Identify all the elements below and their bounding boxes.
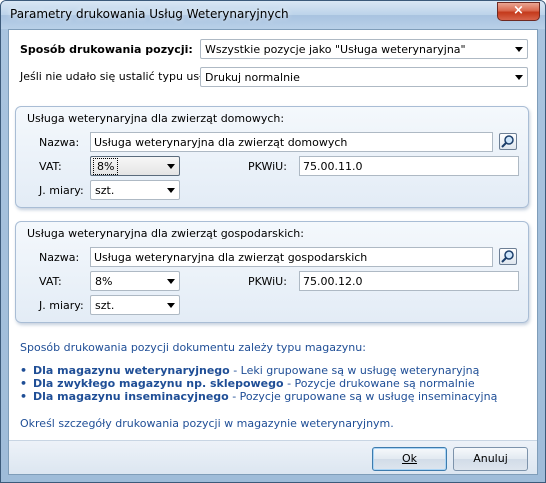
farm-pkwiu-label: PKWiU: bbox=[248, 275, 287, 288]
cancel-button[interactable]: Anuluj bbox=[453, 447, 528, 471]
cancel-button-label: Anuluj bbox=[473, 452, 508, 465]
magnifier-icon bbox=[501, 250, 514, 263]
chevron-down-icon bbox=[167, 279, 175, 284]
farm-unit-select[interactable]: szt. bbox=[90, 295, 180, 315]
farm-vat-value: 8% bbox=[95, 275, 113, 288]
farm-unit-value: szt. bbox=[95, 299, 115, 312]
info-details: Określ szczegóły drukowania pozycji w ma… bbox=[20, 417, 394, 430]
unknown-type-select[interactable]: Drukuj normalnie bbox=[200, 67, 528, 87]
close-icon: × bbox=[513, 3, 524, 18]
domestic-name-input[interactable]: Usługa weterynaryjna dla zwierząt domowy… bbox=[90, 132, 493, 152]
magnifier-icon bbox=[501, 135, 514, 148]
bullet-icon: • bbox=[20, 364, 28, 377]
domestic-name-value: Usługa weterynaryjna dla zwierząt domowy… bbox=[94, 136, 348, 149]
farm-vat-select[interactable]: 8% bbox=[90, 271, 180, 291]
bullet-icon: • bbox=[20, 377, 28, 390]
bullet-text: - Leki grupowane są w usługę weterynaryj… bbox=[229, 364, 480, 377]
unknown-type-label: Jeśli nie udało się ustalić typu usługi: bbox=[20, 70, 223, 83]
window-title: Parametry drukowania Usług Weterynaryjny… bbox=[10, 7, 289, 21]
chevron-down-icon bbox=[515, 75, 523, 80]
dialog-client-area: Sposób drukowania pozycji: Wszystkie poz… bbox=[8, 29, 538, 475]
bullet-text: - Pozycje drukowane są normalnie bbox=[283, 377, 475, 390]
info-bullet: • Dla magazynu inseminacyjnego - Pozycje … bbox=[20, 390, 497, 403]
button-bar: Ok Anuluj bbox=[9, 440, 537, 474]
domestic-unit-value: szt. bbox=[95, 184, 115, 197]
print-mode-value: Wszystkie pozycje jako "Usługa weterynar… bbox=[205, 43, 466, 56]
close-button[interactable]: × bbox=[497, 2, 540, 21]
domestic-lookup-button[interactable] bbox=[499, 133, 517, 150]
farm-service-group: Usługa weterynaryjna dla zwierząt gospod… bbox=[15, 221, 529, 323]
unknown-type-value: Drukuj normalnie bbox=[205, 71, 300, 84]
info-bullet: • Dla magazynu weterynaryjnego - Leki gru… bbox=[20, 364, 479, 377]
bullet-text: - Pozycje grupowane są w usługę insemina… bbox=[228, 390, 498, 403]
info-bullet: • Dla zwykłego magazynu np. sklepowego - … bbox=[20, 377, 475, 390]
domestic-pkwiu-input[interactable]: 75.00.11.0 bbox=[299, 156, 519, 176]
domestic-pkwiu-label: PKWiU: bbox=[248, 160, 287, 173]
chevron-down-icon bbox=[167, 164, 175, 169]
bullet-icon: • bbox=[20, 390, 28, 403]
title-bar[interactable]: Parametry drukowania Usług Weterynaryjny… bbox=[1, 1, 545, 29]
farm-pkwiu-value: 75.00.12.0 bbox=[303, 275, 363, 288]
farm-group-title: Usługa weterynaryjna dla zwierząt gospod… bbox=[27, 227, 304, 240]
bullet-title: Dla zwykłego magazynu np. sklepowego bbox=[33, 377, 284, 390]
domestic-name-label: Nazwa: bbox=[39, 136, 80, 149]
domestic-service-group: Usługa weterynaryjna dla zwierząt domowy… bbox=[15, 106, 529, 208]
domestic-unit-select[interactable]: szt. bbox=[90, 180, 180, 200]
bullet-title: Dla magazynu weterynaryjnego bbox=[33, 364, 230, 377]
farm-name-input[interactable]: Usługa weterynaryjna dla zwierząt gospod… bbox=[90, 247, 493, 267]
farm-pkwiu-input[interactable]: 75.00.12.0 bbox=[299, 271, 519, 291]
domestic-pkwiu-value: 75.00.11.0 bbox=[303, 160, 363, 173]
farm-vat-label: VAT: bbox=[39, 275, 62, 288]
ok-button[interactable]: Ok bbox=[372, 447, 447, 471]
info-intro: Sposób drukowania pozycji dokumentu zale… bbox=[20, 341, 366, 354]
chevron-down-icon bbox=[167, 303, 175, 308]
farm-lookup-button[interactable] bbox=[499, 248, 517, 265]
domestic-unit-label: J. miary: bbox=[39, 184, 84, 197]
bullet-title: Dla magazynu inseminacyjnego bbox=[33, 390, 229, 403]
chevron-down-icon bbox=[167, 188, 175, 193]
print-mode-label: Sposób drukowania pozycji: bbox=[20, 43, 193, 56]
farm-name-value: Usługa weterynaryjna dla zwierząt gospod… bbox=[94, 251, 368, 264]
domestic-vat-value: 8% bbox=[92, 158, 119, 175]
farm-unit-label: J. miary: bbox=[39, 299, 84, 312]
domestic-vat-select[interactable]: 8% bbox=[90, 156, 180, 176]
dialog-window: Parametry drukowania Usług Weterynaryjny… bbox=[0, 0, 546, 483]
domestic-vat-label: VAT: bbox=[39, 160, 62, 173]
domestic-group-title: Usługa weterynaryjna dla zwierząt domowy… bbox=[27, 112, 285, 125]
ok-button-label: Ok bbox=[401, 452, 418, 465]
farm-name-label: Nazwa: bbox=[39, 251, 80, 264]
chevron-down-icon bbox=[515, 47, 523, 52]
print-mode-select[interactable]: Wszystkie pozycje jako "Usługa weterynar… bbox=[200, 39, 528, 59]
